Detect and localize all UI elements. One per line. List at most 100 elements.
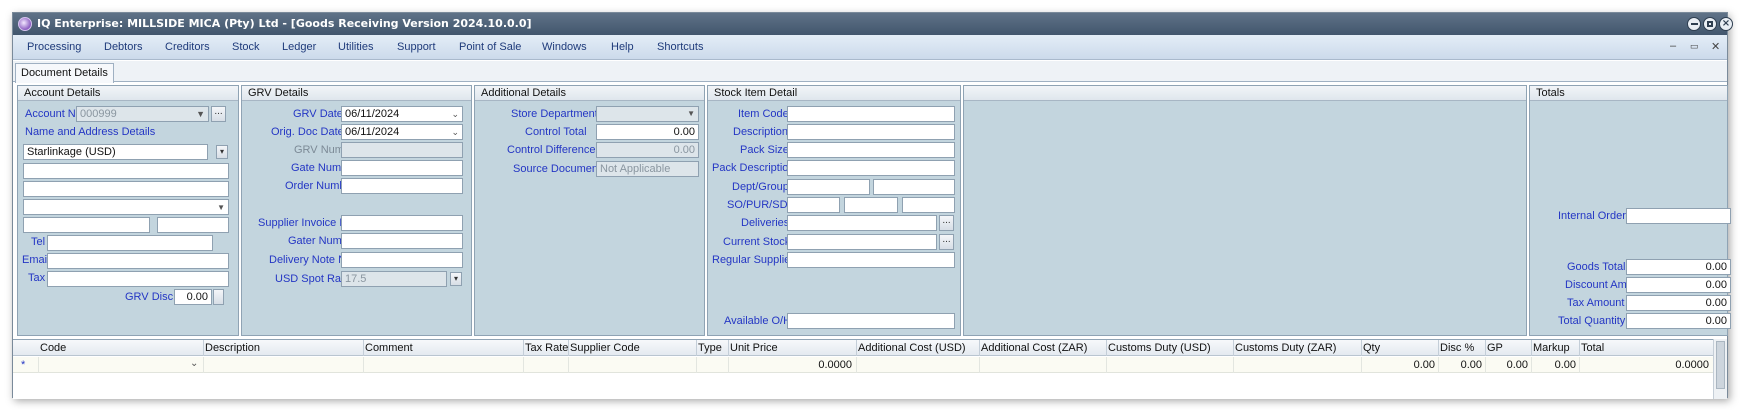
- available-oh-field[interactable]: [787, 313, 955, 329]
- menu-creditors[interactable]: Creditors: [165, 41, 210, 53]
- mdi-restore-icon[interactable]: ▭: [1690, 41, 1699, 52]
- control-total-field[interactable]: 0.00: [596, 124, 699, 140]
- col-customs-duty-usd[interactable]: Customs Duty (USD): [1108, 342, 1211, 354]
- grv-date-field[interactable]: 06/11/2024 ⌄: [341, 106, 463, 122]
- spot-rate-dropdown-button[interactable]: ▾: [450, 272, 462, 286]
- unit-price-cell[interactable]: 0.0000: [798, 359, 852, 371]
- gater-number-field[interactable]: [341, 233, 463, 249]
- control-difference-field: 0.00: [596, 142, 699, 158]
- pack-size-label: Pack Size: [740, 144, 789, 156]
- account-no-field[interactable]: 000999 ▼: [76, 106, 209, 122]
- order-number-field[interactable]: [341, 178, 463, 194]
- col-tax-rate[interactable]: Tax Rate: [525, 342, 568, 354]
- col-unit-price[interactable]: Unit Price: [730, 342, 778, 354]
- blank-panel: [963, 85, 1527, 336]
- gp-cell[interactable]: 0.00: [1488, 359, 1528, 371]
- scrollbar-thumb[interactable]: [1716, 341, 1725, 389]
- delivery-note-field[interactable]: [341, 252, 463, 268]
- markup-cell[interactable]: 0.00: [1534, 359, 1576, 371]
- menu-processing[interactable]: Processing: [27, 41, 81, 53]
- col-total[interactable]: Total: [1581, 342, 1604, 354]
- col-supplier-code[interactable]: Supplier Code: [570, 342, 640, 354]
- group-field[interactable]: [873, 179, 955, 195]
- menu-ledger[interactable]: Ledger: [282, 41, 316, 53]
- col-markup[interactable]: Markup: [1533, 342, 1570, 354]
- menu-support[interactable]: Support: [397, 41, 436, 53]
- address-line-4[interactable]: [23, 217, 150, 233]
- regular-supplier-field[interactable]: [787, 252, 955, 268]
- sdn-field[interactable]: [902, 197, 955, 213]
- chevron-down-icon[interactable]: ⌄: [190, 358, 198, 369]
- gate-number-field[interactable]: [341, 160, 463, 176]
- col-qty[interactable]: Qty: [1363, 342, 1380, 354]
- supplier-invoice-field[interactable]: [341, 215, 463, 231]
- panel-header: Stock Item Detail: [708, 86, 960, 101]
- stock-item-detail-panel: Stock Item Detail Item Code Description …: [707, 85, 961, 336]
- close-icon[interactable]: ×: [1719, 17, 1733, 31]
- window-title: IQ Enterprise: MILLSIDE MICA (Pty) Ltd -…: [37, 17, 532, 30]
- description-field[interactable]: [787, 124, 955, 140]
- address-line-1[interactable]: [23, 163, 229, 179]
- col-description[interactable]: Description: [205, 342, 260, 354]
- current-stock-lookup-button[interactable]: ...: [939, 234, 954, 250]
- total-quantity-label: Total Quantity: [1558, 315, 1626, 327]
- col-type[interactable]: Type: [698, 342, 722, 354]
- dept-field[interactable]: [787, 179, 870, 195]
- app-logo-icon: [18, 17, 32, 31]
- name-dropdown-button[interactable]: ▾: [216, 145, 228, 159]
- grv-disc-field[interactable]: 0.00: [174, 289, 212, 305]
- grid-vertical-scrollbar[interactable]: [1713, 339, 1727, 399]
- deliveries-label: Deliveries: [741, 217, 790, 229]
- col-comment[interactable]: Comment: [365, 342, 413, 354]
- qty-cell[interactable]: 0.00: [1393, 359, 1435, 371]
- col-disc[interactable]: Disc %: [1440, 342, 1474, 354]
- menu-windows[interactable]: Windows: [542, 41, 587, 53]
- orig-doc-date-field[interactable]: 06/11/2024 ⌄: [341, 124, 463, 140]
- internal-order-field[interactable]: [1626, 208, 1731, 224]
- name-field[interactable]: Starlinkage (USD): [23, 144, 208, 160]
- col-gp[interactable]: GP: [1487, 342, 1503, 354]
- deliveries-field[interactable]: [787, 215, 937, 231]
- current-stock-field[interactable]: [787, 234, 937, 250]
- menu-stock[interactable]: Stock: [232, 41, 260, 53]
- tax-field[interactable]: [47, 271, 229, 287]
- delivery-note-label: Delivery Note No: [269, 254, 353, 266]
- email-field[interactable]: [47, 253, 229, 269]
- grv-details-panel: GRV Details GRV Date 06/11/2024 ⌄ Orig. D…: [241, 85, 472, 336]
- so-field[interactable]: [787, 197, 840, 213]
- postal-code-field[interactable]: [157, 217, 229, 233]
- menu-help[interactable]: Help: [611, 41, 634, 53]
- store-department-label: Store Department: [511, 108, 598, 120]
- item-code-field[interactable]: [787, 106, 955, 122]
- store-department-select[interactable]: ▼: [596, 106, 699, 122]
- menu-shortcuts[interactable]: Shortcuts: [657, 41, 703, 53]
- menu-point-of-sale[interactable]: Point of Sale: [459, 41, 521, 53]
- totals-panel: Totals Internal Order Goods Total 0.00 D…: [1529, 85, 1731, 336]
- disc-cell[interactable]: 0.00: [1441, 359, 1482, 371]
- pur-field[interactable]: [844, 197, 898, 213]
- so-pur-sdn-label: SO/PUR/SDN: [727, 199, 796, 211]
- col-customs-duty-zar[interactable]: Customs Duty (ZAR): [1235, 342, 1336, 354]
- col-code[interactable]: Code: [40, 342, 66, 354]
- col-additional-cost-zar[interactable]: Additional Cost (ZAR): [981, 342, 1087, 354]
- col-additional-cost-usd[interactable]: Additional Cost (USD): [858, 342, 966, 354]
- address-line-3[interactable]: ▼: [23, 199, 229, 215]
- calendar-dropdown-icon: ⌄: [451, 109, 459, 119]
- mdi-close-icon[interactable]: ✕: [1711, 40, 1720, 53]
- dept-group-label: Dept/Group: [732, 181, 789, 193]
- pack-size-field[interactable]: [787, 142, 955, 158]
- tab-document-details[interactable]: Document Details: [15, 63, 114, 83]
- tel-field[interactable]: [47, 235, 213, 251]
- grv-disc-spin-button[interactable]: [213, 289, 224, 305]
- table-row-new[interactable]: * ⌄ 0.0000 0.00 0.00 0.00 0.00 0.0000: [13, 357, 1713, 373]
- tax-amount-field: 0.00: [1626, 295, 1731, 311]
- maximize-icon[interactable]: [1703, 17, 1717, 31]
- minimize-icon[interactable]: [1687, 17, 1701, 31]
- pack-description-field[interactable]: [787, 160, 955, 176]
- deliveries-lookup-button[interactable]: ...: [939, 215, 954, 231]
- account-lookup-button[interactable]: ...: [211, 106, 226, 122]
- address-line-2[interactable]: [23, 181, 229, 197]
- menu-debtors[interactable]: Debtors: [104, 41, 143, 53]
- mdi-minimize-icon[interactable]: –: [1670, 40, 1676, 52]
- menu-utilities[interactable]: Utilities: [338, 41, 373, 53]
